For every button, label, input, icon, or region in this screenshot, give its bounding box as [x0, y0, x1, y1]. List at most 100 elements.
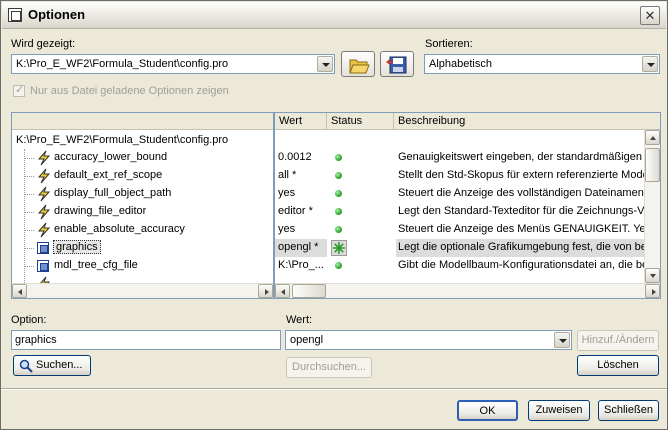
status-ok-icon: [335, 208, 342, 215]
detail-row[interactable]: 0.0012 Genauigkeitswert eingeben, der st…: [275, 149, 645, 167]
tree-row-partial: [12, 275, 273, 283]
details-hscrollbar[interactable]: [275, 283, 660, 298]
detail-row[interactable]: all * Stellt den Std-Skopus für extern r…: [275, 167, 645, 185]
option-description: Steuert die Anzeige des vollständigen Da…: [398, 187, 645, 199]
tree-row[interactable]: display_full_object_path: [12, 185, 273, 203]
column-beschreibung[interactable]: Beschreibung: [394, 113, 660, 130]
bolt-icon: [40, 276, 51, 283]
bolt-icon: [37, 204, 51, 220]
ok-button[interactable]: OK: [457, 400, 518, 421]
option-value: yes: [278, 187, 296, 199]
tree-row[interactable]: default_ext_ref_scope: [12, 167, 273, 185]
bolt-icon: [37, 168, 51, 184]
tree-row[interactable]: accuracy_lower_bound: [12, 149, 273, 167]
wert-value: opengl: [290, 334, 324, 346]
option-value: opengl *: [278, 241, 319, 253]
detail-row-selected[interactable]: opengl * Legt die optionale Grafikumgebu…: [275, 239, 645, 257]
save-disk-icon: [386, 56, 407, 74]
tree-header: [12, 113, 273, 130]
option-label: Option:: [11, 314, 47, 326]
save-config-button[interactable]: [380, 51, 414, 77]
status-ok-icon: [335, 190, 342, 197]
bolt-icon: [37, 186, 51, 202]
option-value: 0.0012: [278, 151, 312, 163]
loaded-only-label: Nur aus Datei geladene Optionen zeigen: [30, 85, 229, 97]
option-value: yes: [278, 223, 296, 235]
option-description: Legt den Standard-Texteditor für die Zei…: [398, 205, 645, 217]
tree-hscrollbar[interactable]: [12, 283, 273, 298]
scroll-left-icon[interactable]: [275, 284, 290, 298]
status-ok-icon: [335, 226, 342, 233]
shown-label: Wird gezeigt:: [11, 38, 76, 50]
details-vscrollbar[interactable]: [644, 130, 660, 283]
option-tree-pane: K:\Pro_E_WF2\Formula_Student\config.pro …: [11, 112, 274, 299]
tree-row-selected[interactable]: graphics: [12, 239, 273, 257]
option-description: Stellt den Std-Skopus für extern referen…: [398, 169, 645, 181]
sort-value: Alphabetisch: [429, 58, 492, 70]
browse-button[interactable]: Durchsuchen...: [286, 357, 372, 378]
sort-combo[interactable]: Alphabetisch: [424, 54, 660, 74]
scroll-down-icon[interactable]: [645, 268, 660, 283]
details-header: Wert Status Beschreibung: [275, 113, 660, 130]
tree-row[interactable]: mdl_tree_cfg_file: [12, 257, 273, 275]
option-box-icon: [37, 260, 49, 272]
option-name: mdl_tree_cfg_file: [54, 259, 138, 271]
option-name: display_full_object_path: [54, 187, 172, 199]
vscroll-thumb[interactable]: [645, 148, 660, 182]
close-button[interactable]: Schließen: [598, 400, 659, 421]
add-change-button[interactable]: Hinzuf./Ändern: [577, 330, 659, 351]
status-ok-icon: [335, 154, 342, 161]
scroll-left-icon[interactable]: [12, 284, 27, 298]
column-wert[interactable]: Wert: [275, 113, 327, 130]
option-details-pane: Wert Status Beschreibung 0.0012 Genauigk…: [274, 112, 661, 299]
option-value: editor *: [278, 205, 313, 217]
loaded-only-checkbox[interactable]: [13, 83, 25, 97]
option-description: Steuert die Anzeige des Menüs GENAUIGKEI…: [398, 223, 645, 235]
delete-button[interactable]: Löschen: [577, 355, 659, 376]
chevron-down-icon[interactable]: [317, 56, 333, 72]
hscroll-thumb[interactable]: [292, 284, 326, 298]
apply-button[interactable]: Zuweisen: [528, 400, 590, 421]
scroll-right-icon[interactable]: [258, 284, 273, 298]
status-ok-icon: [335, 262, 342, 269]
close-window-button[interactable]: ✕: [640, 6, 660, 25]
window-title: Optionen: [28, 7, 86, 22]
open-folder-button[interactable]: [341, 51, 375, 77]
tree-root-label: K:\Pro_E_WF2\Formula_Student\config.pro: [16, 134, 229, 146]
detail-row[interactable]: K:\Pro_... Gibt die Modellbaum-Konfigura…: [275, 257, 645, 275]
tree-row[interactable]: enable_absolute_accuracy: [12, 221, 273, 239]
search-button-label: Suchen...: [36, 359, 83, 371]
option-description: Genauigkeitswert eingeben, der standardm…: [398, 151, 645, 163]
window-icon: [8, 8, 22, 22]
status-ok-icon: [335, 172, 342, 179]
column-status[interactable]: Status: [327, 113, 394, 130]
option-field[interactable]: graphics: [11, 330, 281, 350]
shown-file-value: K:\Pro_E_WF2\Formula_Student\config.pro: [16, 58, 229, 70]
detail-row[interactable]: yes Steuert die Anzeige des Menüs GENAUI…: [275, 221, 645, 239]
detail-row[interactable]: editor * Legt den Standard-Texteditor fü…: [275, 203, 645, 221]
option-description: Legt die optionale Grafikumgebung fest, …: [398, 241, 645, 253]
option-value: all *: [278, 169, 297, 181]
scroll-up-icon[interactable]: [645, 130, 660, 145]
bolt-icon: [37, 222, 51, 238]
status-selected-box: [331, 240, 347, 256]
detail-row[interactable]: yes Steuert die Anzeige des vollständige…: [275, 185, 645, 203]
open-folder-icon: [349, 59, 370, 74]
wert-combo[interactable]: opengl: [285, 330, 572, 350]
option-field-value: graphics: [15, 334, 57, 346]
search-button[interactable]: Suchen...: [13, 355, 91, 376]
scroll-right-icon[interactable]: [645, 284, 660, 298]
shown-file-combo[interactable]: K:\Pro_E_WF2\Formula_Student\config.pro: [11, 54, 335, 74]
option-name: default_ext_ref_scope: [54, 169, 163, 181]
tree-row[interactable]: drawing_file_editor: [12, 203, 273, 221]
bolt-icon: [37, 150, 51, 166]
chevron-down-icon[interactable]: [554, 332, 570, 348]
option-name: graphics: [53, 240, 101, 254]
title-bar: Optionen ✕: [2, 2, 666, 29]
wert-label: Wert:: [286, 314, 313, 326]
options-dialog: Optionen ✕ Wird gezeigt: K:\Pro_E_WF2\Fo…: [0, 0, 668, 430]
chevron-down-icon[interactable]: [642, 56, 658, 72]
option-value: K:\Pro_...: [278, 259, 324, 271]
option-description: Gibt die Modellbaum-Konfigurationsdatei …: [398, 259, 645, 271]
status-star-icon: [333, 242, 345, 254]
